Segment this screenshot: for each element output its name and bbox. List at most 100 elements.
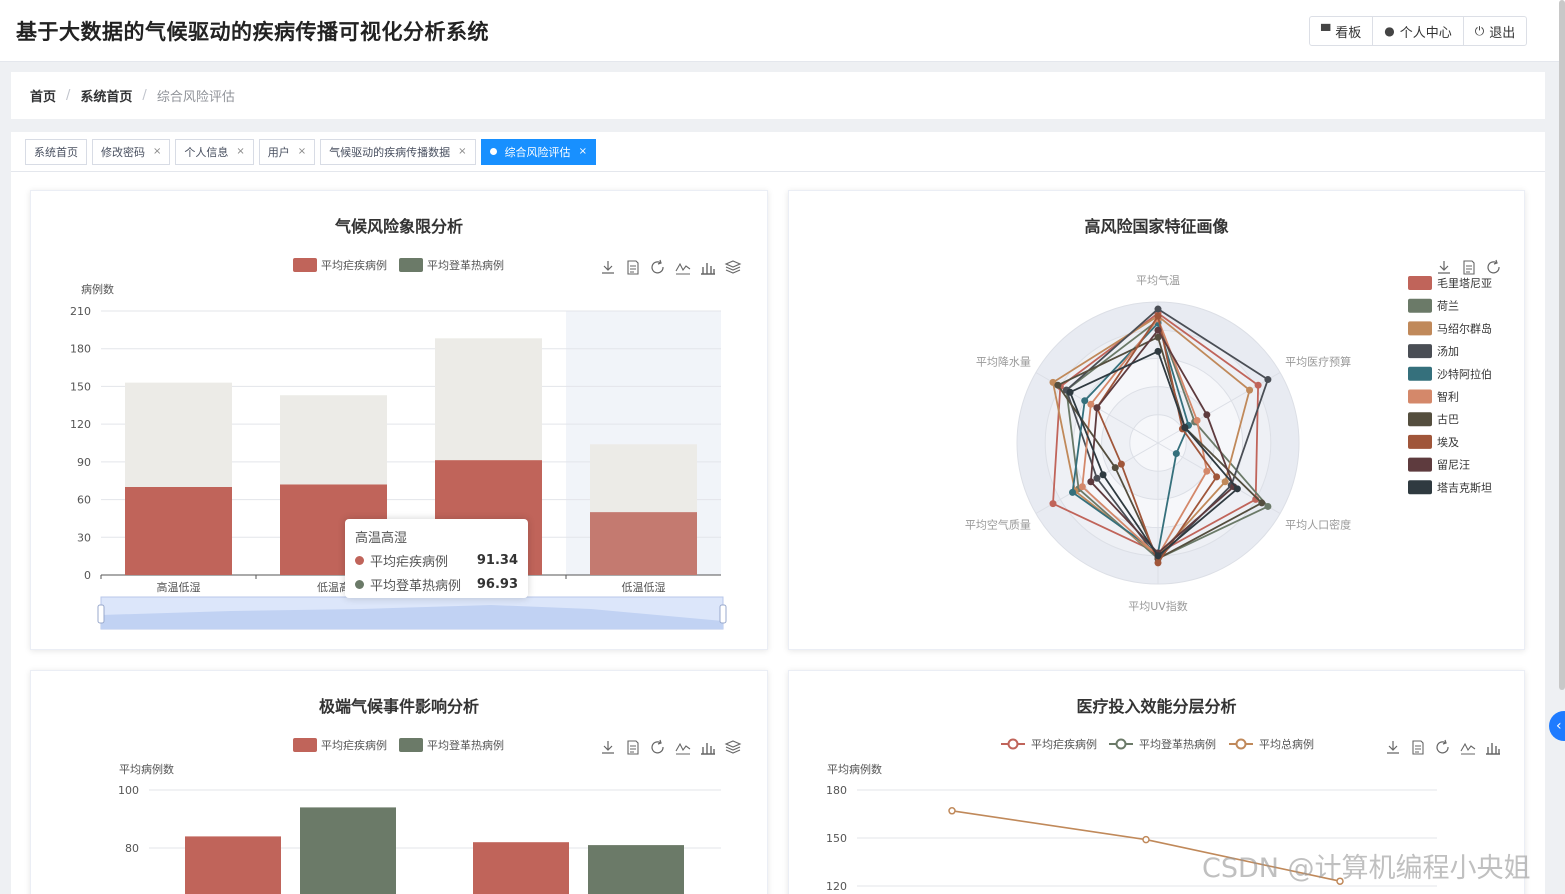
radar-point	[1154, 312, 1162, 320]
radar-point	[1087, 400, 1095, 408]
radar-point	[1154, 552, 1162, 560]
radar-point	[1069, 488, 1077, 496]
radar-indicator-label: 平均UV指数	[1128, 599, 1188, 613]
stack-icon[interactable]	[724, 260, 742, 274]
data-view-icon[interactable]	[627, 740, 639, 755]
download-glyph	[602, 741, 614, 754]
legend-swatch	[1408, 457, 1432, 472]
close-icon[interactable]: ×	[153, 146, 161, 157]
legend-swatch	[1408, 298, 1432, 313]
breadcrumb-home[interactable]: 首页	[30, 86, 56, 105]
top-header: 基于大数据的气候驱动的疾病传播可视化分析系统 ▀ 看板 ● 个人中心 ⏻ 退出	[0, 0, 1565, 62]
refresh-icon[interactable]	[651, 739, 664, 754]
radar-point	[1203, 467, 1211, 475]
tag-system-home[interactable]: 系统首页	[25, 138, 87, 165]
bar-dengue	[300, 807, 396, 894]
line-switch-icon[interactable]	[1460, 742, 1476, 755]
legend-swatch	[1408, 366, 1432, 381]
stack-glyph	[724, 740, 742, 754]
tag-label: 个人信息	[184, 145, 229, 159]
y-axis-label: 平均病例数	[119, 762, 174, 776]
legend-swatch	[293, 258, 317, 272]
download-icon[interactable]	[602, 261, 614, 274]
tooltip-series-value: 96.93	[476, 577, 518, 592]
radar-point	[1172, 450, 1180, 458]
page-scrollbar[interactable]	[1559, 0, 1565, 690]
breadcrumb-system-home[interactable]: 系统首页	[80, 86, 132, 105]
data-view-icon[interactable]	[627, 260, 639, 275]
radar-point	[1246, 386, 1254, 394]
bar-dengue	[280, 395, 387, 485]
refresh-icon[interactable]	[1487, 259, 1500, 274]
bar-switch-icon[interactable]	[701, 743, 715, 755]
close-icon[interactable]: ×	[579, 146, 587, 157]
line-switch-icon[interactable]	[675, 742, 691, 755]
line-switch-icon[interactable]	[675, 262, 691, 275]
legend-swatch	[1408, 389, 1432, 404]
tag-label: 气候驱动的疾病传播数据	[329, 145, 451, 159]
tag-label: 修改密码	[101, 145, 145, 159]
refresh-glyph	[1436, 739, 1449, 754]
legend-label: 平均总病例	[1259, 737, 1314, 751]
legend-label: 平均登革热病例	[1139, 737, 1216, 751]
radar-indicator-label: 平均降水量	[976, 355, 1031, 369]
data-view-icon[interactable]	[1412, 740, 1424, 755]
bar-switch-icon[interactable]	[1486, 743, 1500, 755]
legend-swatch	[1408, 480, 1432, 495]
chevron-left-icon[interactable]: ‹	[1549, 711, 1565, 741]
download-icon[interactable]	[1387, 741, 1399, 754]
radar-point	[1154, 559, 1162, 567]
tags-view: 系统首页 修改密码 × 个人信息 × 用户 × 气候驱动的疾病传播数据 × 综合…	[11, 132, 1545, 172]
line-glyph	[1460, 742, 1476, 755]
refresh-icon[interactable]	[651, 259, 664, 274]
profile-button[interactable]: ● 个人中心	[1373, 17, 1464, 45]
legend-swatch	[1408, 434, 1432, 449]
chart-tooltip: 高温高湿 平均疟疾病例 91.34 平均登革热病例 96.93	[345, 519, 528, 598]
logout-button[interactable]: ⏻ 退出	[1464, 17, 1527, 45]
y-tick-label: 80	[125, 842, 139, 855]
legend-swatch	[1408, 276, 1432, 290]
close-icon[interactable]: ×	[236, 146, 244, 157]
radar-point	[1117, 460, 1125, 468]
bar-dengue	[590, 444, 697, 513]
close-icon[interactable]: ×	[458, 146, 466, 157]
legend-label: 沙特阿拉伯	[1437, 367, 1492, 381]
refresh-icon[interactable]	[1436, 739, 1449, 754]
tag-change-password[interactable]: 修改密码 ×	[92, 138, 171, 165]
tooltip-row: 平均登革热病例 96.93	[355, 575, 518, 594]
datazoom-handle-left[interactable]	[97, 604, 105, 624]
tooltip-series-name: 平均疟疾病例	[370, 555, 449, 570]
bar-switch-icon[interactable]	[701, 263, 715, 275]
app-title: 基于大数据的气候驱动的疾病传播可视化分析系统	[16, 20, 489, 44]
breadcrumb-current: 综合风险评估	[156, 90, 235, 105]
legend-label: 汤加	[1437, 344, 1459, 358]
radar-point	[1054, 381, 1062, 389]
tag-personal-info[interactable]: 个人信息 ×	[175, 138, 254, 165]
breadcrumb-separator: /	[142, 88, 147, 103]
download-glyph	[1438, 261, 1450, 274]
radar-point	[1081, 397, 1089, 405]
radar-indicator-label: 平均气温	[1136, 273, 1180, 287]
tag-users[interactable]: 用户 ×	[258, 138, 316, 165]
legend-label: 埃及	[1437, 435, 1459, 449]
datazoom-handle-right[interactable]	[719, 604, 727, 624]
extreme-events-chart[interactable]: 平均疟疾病例 平均登革热病例平均病例数 80 100	[31, 671, 768, 894]
bar-malaria	[590, 512, 697, 575]
chart-card-extreme-events: 极端气候事件影响分析 平均疟疾病例 平均登革热病例 平均病例数 80 100	[30, 670, 768, 894]
document-glyph	[627, 260, 639, 275]
download-icon[interactable]	[1438, 261, 1450, 274]
tag-risk-assessment[interactable]: 综合风险评估 ×	[480, 138, 596, 165]
download-icon[interactable]	[602, 741, 614, 754]
y-tick-label: 30	[77, 531, 91, 544]
data-view-icon[interactable]	[1463, 260, 1475, 275]
legend-label: 平均疟疾病例	[1031, 737, 1097, 751]
close-icon[interactable]: ×	[298, 146, 306, 157]
radar-point	[1154, 347, 1162, 355]
dashboard-button[interactable]: ▀ 看板	[1310, 17, 1374, 45]
tag-climate-data[interactable]: 气候驱动的疾病传播数据 ×	[320, 138, 476, 165]
country-radar-chart[interactable]: 平均气温平均医疗预算平均人口密度平均UV指数 平均空气质量 平均降水量 毛里塔尼亚荷兰…	[789, 191, 1525, 650]
line-glyph	[675, 262, 691, 275]
radar-point	[1066, 388, 1074, 396]
stack-icon[interactable]	[724, 740, 742, 754]
document-glyph	[1463, 260, 1475, 275]
